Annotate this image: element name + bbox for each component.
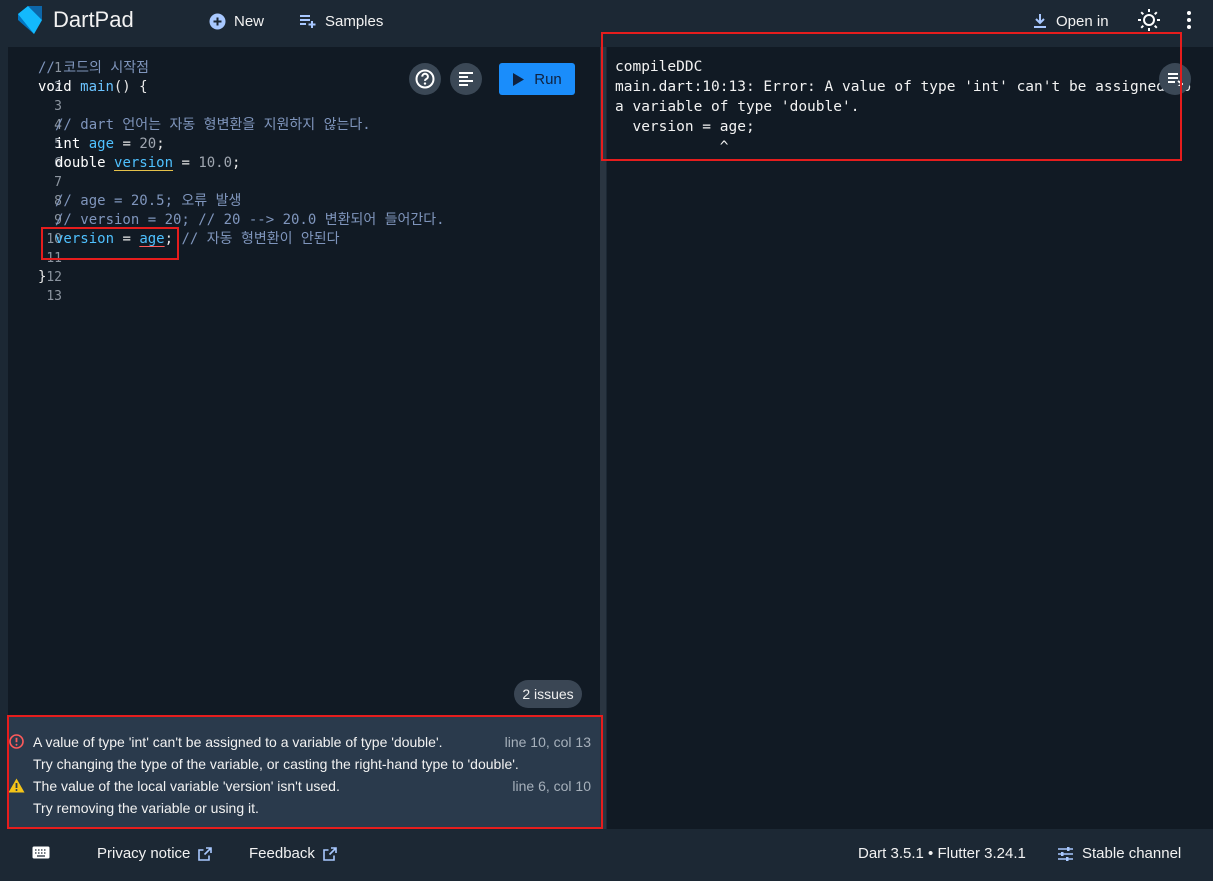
code-line-5: int age = 20;: [55, 136, 165, 152]
code-line-2: void main() {: [38, 79, 148, 95]
issues-count-badge[interactable]: 2 issues: [514, 680, 582, 708]
run-button[interactable]: Run: [499, 63, 575, 95]
code-line-4: // dart 언어는 자동 형변환을 지원하지 않는다.: [55, 117, 371, 133]
tune-icon: [1058, 846, 1073, 861]
keyboard-icon[interactable]: [32, 846, 50, 859]
format-align-icon: [459, 72, 473, 86]
feedback-link[interactable]: Feedback: [249, 845, 337, 862]
open-in-new-icon: [198, 846, 213, 861]
open-in-button[interactable]: Open in: [1032, 10, 1109, 32]
help-icon: [415, 69, 435, 89]
channel-label: Stable channel: [1082, 845, 1182, 862]
problems-highlight-box: [7, 715, 603, 829]
line-number: 13: [46, 289, 62, 304]
new-button[interactable]: New: [209, 10, 264, 32]
privacy-label: Privacy notice: [97, 845, 191, 862]
footer: Privacy notice Feedback Dart 3.5.1 • Flu…: [0, 829, 1213, 881]
unused-variable-warning: version: [114, 155, 174, 171]
open-in-new-icon: [323, 846, 337, 861]
split-divider[interactable]: [600, 47, 606, 829]
more-vert-icon[interactable]: [1183, 10, 1195, 30]
feedback-label: Feedback: [249, 845, 315, 862]
version-info: Dart 3.5.1 • Flutter 3.24.1: [858, 845, 1026, 862]
open-in-label: Open in: [1056, 12, 1109, 30]
code-line-1: // 코드의 시작점: [38, 60, 149, 76]
new-label: New: [234, 12, 265, 30]
run-label: Run: [534, 70, 562, 88]
code-line-6: double version = 10.0;: [55, 155, 241, 171]
output-console: compileDDC main.dart:10:13: Error: A val…: [607, 47, 1213, 829]
code-line-12: }: [38, 269, 47, 285]
dart-logo-icon: [18, 6, 42, 34]
download-icon: [1034, 14, 1046, 28]
code-editor[interactable]: 1 2 3 4 5 6 7 8 9 10 11 12 13 // 코드의 시작점…: [8, 47, 600, 715]
play-icon: [513, 72, 525, 86]
format-button[interactable]: [450, 63, 482, 95]
line-number: 7: [54, 175, 62, 190]
add-circle-icon: [209, 13, 226, 29]
playlist-add-icon: [300, 15, 316, 28]
samples-label: Samples: [325, 12, 384, 30]
error-line-highlight-box: [41, 227, 179, 260]
app-title: DartPad: [53, 7, 134, 32]
theme-toggle-sun-icon[interactable]: [1137, 8, 1161, 32]
samples-button[interactable]: Samples: [299, 10, 383, 32]
privacy-notice-link[interactable]: Privacy notice: [97, 845, 213, 862]
code-line-8: // age = 20.5; 오류 발생: [55, 193, 242, 209]
console-error-highlight-box: [601, 32, 1182, 161]
channel-selector[interactable]: Stable channel: [1057, 845, 1181, 862]
help-button[interactable]: [409, 63, 441, 95]
line-number: 3: [54, 99, 62, 114]
